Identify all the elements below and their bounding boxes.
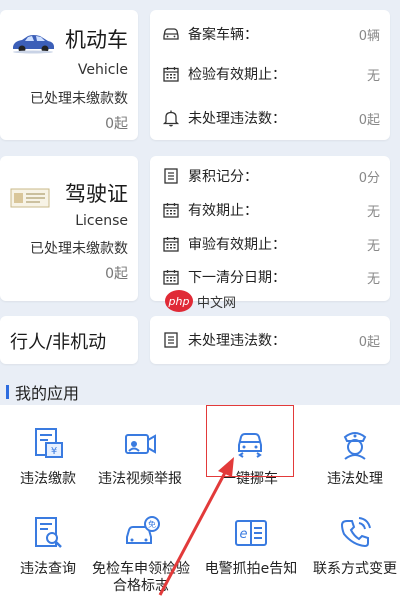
app-violation-handling[interactable]: 违法处理 — [305, 405, 400, 495]
license-info-row-points: 累积记分： 0分 — [162, 164, 380, 188]
vehicle-unhandled-violations-value: 0起 — [358, 112, 380, 128]
vehicle-subtitle: Vehicle — [77, 62, 128, 78]
vehicle-info-row-registered: 备案车辆： 0辆 — [162, 22, 380, 46]
calendar-icon — [163, 67, 179, 82]
license-icon — [10, 188, 50, 208]
pedestrian-title: 行人/非机动 — [10, 332, 107, 353]
svg-text:¥: ¥ — [51, 446, 57, 457]
inspection-expiry-value: 无 — [366, 68, 380, 84]
license-validity-label: 有效期止： — [188, 203, 258, 219]
car-icon — [163, 28, 179, 40]
license-status: 已处理未缴款数 — [30, 241, 128, 257]
watermark: php 中文网 — [165, 288, 245, 314]
pedestrian-info-row-violations: 未处理违法数： 0起 — [162, 328, 380, 352]
inspection-expiry-label: 检验有效期止： — [188, 67, 286, 83]
pedestrian-violations-value: 0起 — [358, 334, 380, 350]
license-info-row-validity: 有效期止： 无 — [162, 198, 380, 222]
my-apps-section-title: 我的应用 — [6, 380, 79, 404]
pedestrian-info-card[interactable]: 未处理违法数： 0起 — [150, 316, 390, 364]
document-icon — [164, 168, 178, 184]
license-info-card[interactable]: 累积记分： 0分 有效期止： 无 审验有效期止： 无 下一清分日期： 无 — [150, 156, 390, 301]
police-icon — [343, 432, 367, 460]
accumulated-points-label: 累积记分： — [188, 169, 258, 185]
app-violation-query[interactable]: 违法查询 — [0, 505, 98, 595]
vehicle-card[interactable]: 机动车 Vehicle 已处理未缴款数 0起 — [0, 10, 138, 140]
search-document-icon — [35, 517, 62, 548]
app-label: 联系方式变更 — [313, 561, 397, 577]
next-clear-date-label: 下一清分日期： — [188, 270, 286, 286]
license-title: 驾驶证 — [65, 182, 128, 206]
bell-icon — [162, 110, 180, 127]
next-clear-date-value: 无 — [366, 271, 380, 287]
vehicle-info-row-inspection: 检验有效期止： 无 — [162, 62, 380, 86]
document-icon — [164, 332, 178, 348]
phone-icon — [340, 517, 371, 548]
app-label: 违法处理 — [327, 471, 383, 487]
vehicle-info-card[interactable]: 备案车辆： 0辆 检验有效期止： 无 未处理违法数： 0起 — [150, 10, 390, 140]
app-label: 违法缴款 — [20, 471, 76, 487]
license-info-row-clear-date: 下一清分日期： 无 — [162, 265, 380, 289]
app-contact-change[interactable]: 联系方式变更 — [305, 505, 400, 595]
vehicle-info-row-violations: 未处理违法数： 0起 — [162, 106, 380, 130]
calendar-icon — [163, 203, 179, 218]
watermark-logo: php — [165, 290, 193, 312]
license-subtitle: License — [75, 213, 128, 229]
app-label: 违法查询 — [20, 561, 76, 577]
vehicle-title: 机动车 — [65, 28, 128, 52]
app-violation-payment[interactable]: ¥ 违法缴款 — [0, 405, 98, 495]
license-count: 0起 — [105, 266, 128, 282]
payment-icon: ¥ — [35, 428, 63, 458]
license-validity-value: 无 — [366, 204, 380, 220]
license-card[interactable]: 驾驶证 License 已处理未缴款数 0起 — [0, 156, 138, 301]
annotation-arrow — [158, 457, 234, 596]
pedestrian-card[interactable]: 行人/非机动 — [0, 316, 138, 364]
pedestrian-violations-label: 未处理违法数： — [188, 333, 286, 349]
review-validity-value: 无 — [366, 238, 380, 254]
registered-vehicles-value: 0辆 — [358, 28, 380, 44]
accumulated-points-value: 0分 — [358, 170, 380, 186]
vehicle-unhandled-violations-label: 未处理违法数： — [188, 111, 286, 127]
license-info-row-review: 审验有效期止： 无 — [162, 232, 380, 256]
calendar-icon — [163, 270, 179, 285]
calendar-icon — [163, 237, 179, 252]
registered-vehicles-label: 备案车辆： — [188, 27, 258, 43]
svg-text:e: e — [240, 527, 248, 542]
section-accent-bar — [6, 385, 9, 399]
vehicle-count: 0起 — [105, 116, 128, 132]
vehicle-status: 已处理未缴款数 — [30, 91, 128, 107]
car-icon — [13, 35, 54, 54]
my-apps-title: 我的应用 — [15, 384, 80, 403]
watermark-text: 中文网 — [197, 295, 237, 311]
review-validity-label: 审验有效期止： — [188, 237, 286, 253]
